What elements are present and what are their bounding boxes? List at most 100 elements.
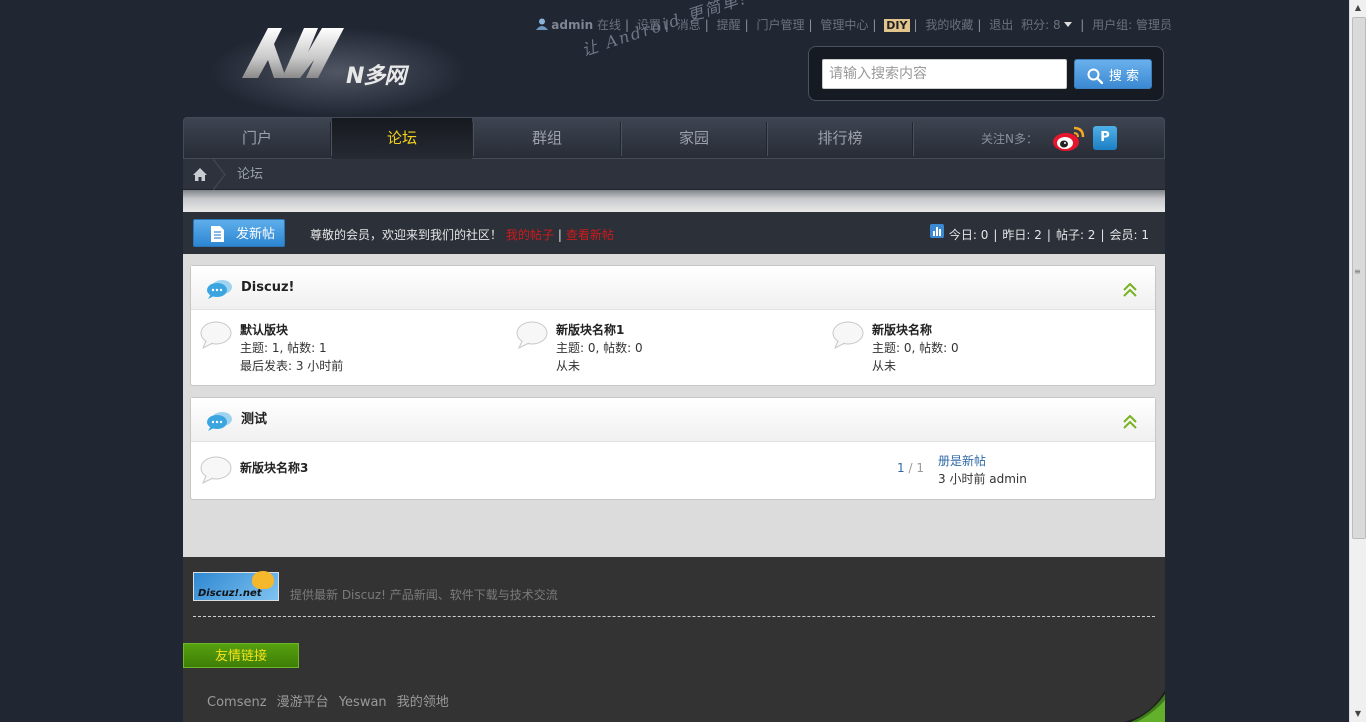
category-header: 测试 bbox=[191, 398, 1155, 442]
user-toolbar: admin 在线 | 设置 | 消息 | 提醒 | 门户管理 | 管理中心 | DIY | 我… bbox=[536, 16, 1172, 33]
new-post-button[interactable]: 发新帖 bbox=[193, 219, 285, 247]
home-icon[interactable] bbox=[193, 168, 207, 181]
forum-stats: 今日: 0 | 昨日: 2 | 帖子: 2 | 会员: 1 bbox=[929, 212, 1150, 258]
vertical-scrollbar[interactable]: ▲ ≡ ▼ bbox=[1349, 0, 1366, 722]
category-title[interactable]: 测试 bbox=[241, 398, 267, 442]
diy-button[interactable]: DIY bbox=[884, 19, 910, 32]
speech-bubble-icon bbox=[207, 280, 232, 299]
search-icon bbox=[1087, 68, 1104, 84]
forum-bubble-icon bbox=[200, 456, 232, 484]
friend-link[interactable]: Yeswan bbox=[339, 695, 387, 710]
forum-last-post: 从未 bbox=[556, 359, 581, 373]
footer-description: 提供最新 Discuz! 产品新闻、软件下载与技术交流 bbox=[290, 588, 558, 602]
username-link[interactable]: admin bbox=[551, 18, 593, 32]
category-title[interactable]: Discuz! bbox=[241, 266, 294, 310]
forum-counts: 主题: 0, 帖数: 0 bbox=[872, 341, 959, 355]
logo-text: N多网 bbox=[346, 64, 406, 89]
main-nav: 门户 论坛 群组 家园 排行榜 关注N多： P bbox=[183, 117, 1165, 159]
forum-name[interactable]: 新版块名称3 bbox=[240, 459, 308, 477]
nav-item-portal[interactable]: 门户 bbox=[184, 118, 330, 159]
decorative-band bbox=[183, 190, 1165, 212]
breadcrumb-separator-icon bbox=[213, 159, 226, 190]
friend-link[interactable]: 我的领地 bbox=[397, 695, 449, 710]
portal-admin-link[interactable]: 门户管理 bbox=[757, 18, 805, 32]
logout-link[interactable]: 退出 bbox=[989, 18, 1013, 32]
view-new-posts-link[interactable]: 查看新帖 bbox=[566, 228, 614, 242]
breadcrumb-current[interactable]: 论坛 bbox=[237, 159, 263, 190]
speech-bubble-icon bbox=[207, 412, 232, 431]
welcome-message: 尊敬的会员，欢迎来到我们的社区！ 我的帖子 | 查看新帖 bbox=[310, 228, 614, 242]
online-status: 在线 bbox=[596, 18, 621, 32]
admin-center-link[interactable]: 管理中心 bbox=[820, 18, 868, 32]
stats-chart-icon[interactable] bbox=[929, 224, 944, 238]
forum-last-post[interactable]: 最后发表: 3 小时前 bbox=[240, 357, 343, 375]
scroll-up-arrow-icon[interactable]: ▲ bbox=[1350, 0, 1366, 16]
forum-bubble-icon bbox=[200, 321, 232, 349]
usergroup-link[interactable]: 用户组: 管理员 bbox=[1092, 18, 1172, 32]
forum-last-post: 从未 bbox=[872, 359, 897, 373]
forum-bubble-icon bbox=[516, 321, 548, 349]
forum-bubble-icon bbox=[832, 321, 864, 349]
scroll-grip-icon: ≡ bbox=[1354, 267, 1361, 276]
forum-name[interactable]: 新版块名称1 bbox=[556, 321, 624, 339]
search-button[interactable]: 搜 索 bbox=[1074, 59, 1152, 89]
points-menu[interactable]: 积分: 8 bbox=[1021, 18, 1061, 32]
last-post-info: 3 小时前 admin bbox=[938, 472, 1027, 486]
breadcrumb: 论坛 bbox=[183, 159, 1165, 190]
search-input[interactable] bbox=[822, 59, 1067, 89]
welcome-text: 尊敬的会员，欢迎来到我们的社区！ bbox=[310, 228, 503, 242]
friend-links: Comsenz 漫游平台 Yeswan 我的领地 bbox=[207, 691, 455, 710]
tencent-weibo-icon[interactable]: P bbox=[1093, 126, 1117, 150]
nav-item-groups[interactable]: 群组 bbox=[474, 118, 620, 159]
favorites-link[interactable]: 我的收藏 bbox=[925, 18, 973, 32]
category-box: Discuz! 默认版块 主题: 1, 帖数: 1 最后发表: 3 小时前 新版… bbox=[190, 265, 1156, 386]
site-logo[interactable]: N多网 bbox=[208, 22, 468, 117]
stat-yesterday: 昨日: 2 bbox=[1002, 228, 1042, 242]
footer: Discuz!.net 提供最新 Discuz! 产品新闻、软件下载与技术交流 … bbox=[183, 557, 1165, 722]
settings-link[interactable]: 设置 bbox=[637, 18, 661, 32]
friend-link[interactable]: Comsenz bbox=[207, 695, 267, 710]
reminders-link[interactable]: 提醒 bbox=[717, 18, 741, 32]
friend-links-label: 友情链接 bbox=[183, 643, 299, 668]
stat-today: 今日: 0 bbox=[948, 228, 989, 242]
forum-name[interactable]: 新版块名称 bbox=[872, 321, 932, 339]
forum-last-post: 册是新帖 3 小时前 admin bbox=[938, 452, 1027, 488]
divider bbox=[193, 616, 1155, 617]
follow-label: 关注N多： bbox=[981, 132, 1038, 146]
scroll-thumb[interactable] bbox=[1352, 17, 1366, 539]
my-posts-link[interactable]: 我的帖子 bbox=[506, 228, 554, 242]
collapse-icon[interactable] bbox=[1123, 283, 1137, 297]
dropdown-arrow-icon[interactable] bbox=[1064, 22, 1073, 28]
discuz-logo[interactable]: Discuz!.net bbox=[193, 571, 279, 601]
forum-name[interactable]: 默认版块 bbox=[240, 321, 288, 339]
category-box: 测试 新版块名称3 1 / 1 册是新帖 3 小时前 admin bbox=[190, 397, 1156, 500]
forum-item: 默认版块 主题: 1, 帖数: 1 最后发表: 3 小时前 bbox=[200, 321, 500, 377]
forum-counts: 主题: 0, 帖数: 0 bbox=[556, 341, 643, 355]
scroll-down-arrow-icon[interactable]: ▼ bbox=[1350, 706, 1366, 722]
topic-count: 1 bbox=[897, 461, 905, 475]
stat-members: 会员: 1 bbox=[1109, 228, 1150, 242]
nav-item-home[interactable]: 家园 bbox=[622, 118, 766, 159]
forum-action-bar: 发新帖 尊敬的会员，欢迎来到我们的社区！ 我的帖子 | 查看新帖 今日: 0 | 昨日:… bbox=[183, 212, 1165, 254]
post-count: / 1 bbox=[904, 461, 924, 475]
stat-posts: 帖子: 2 bbox=[1055, 228, 1096, 242]
forum-item: 新版块名称3 bbox=[200, 456, 500, 486]
user-icon bbox=[536, 18, 549, 30]
new-post-label: 发新帖 bbox=[235, 227, 275, 242]
nav-item-forum[interactable]: 论坛 bbox=[332, 118, 472, 159]
weibo-icon[interactable] bbox=[1052, 125, 1085, 153]
forum-item: 新版块名称1 主题: 0, 帖数: 0 从未 bbox=[516, 321, 816, 377]
last-post-title-link[interactable]: 册是新帖 bbox=[938, 454, 986, 468]
friend-link[interactable]: 漫游平台 bbox=[277, 695, 329, 710]
search-button-label: 搜 索 bbox=[1108, 68, 1140, 84]
collapse-icon[interactable] bbox=[1123, 415, 1137, 429]
forum-list: Discuz! 默认版块 主题: 1, 帖数: 1 最后发表: 3 小时前 新版… bbox=[183, 254, 1165, 557]
forum-item: 新版块名称 主题: 0, 帖数: 0 从未 bbox=[832, 321, 1132, 377]
search-panel: 搜 索 bbox=[808, 46, 1164, 101]
messages-link[interactable]: 消息 bbox=[677, 18, 701, 32]
logo-mark-icon bbox=[242, 28, 344, 78]
document-icon bbox=[211, 226, 224, 242]
nav-item-ranking[interactable]: 排行榜 bbox=[768, 118, 912, 159]
discuz-logo-text: Discuz!.net bbox=[198, 588, 262, 599]
page-wrapper: N多网 让 Android 更简单! admin 在线 | 设置 | 消息 | 提醒 |… bbox=[183, 0, 1172, 722]
